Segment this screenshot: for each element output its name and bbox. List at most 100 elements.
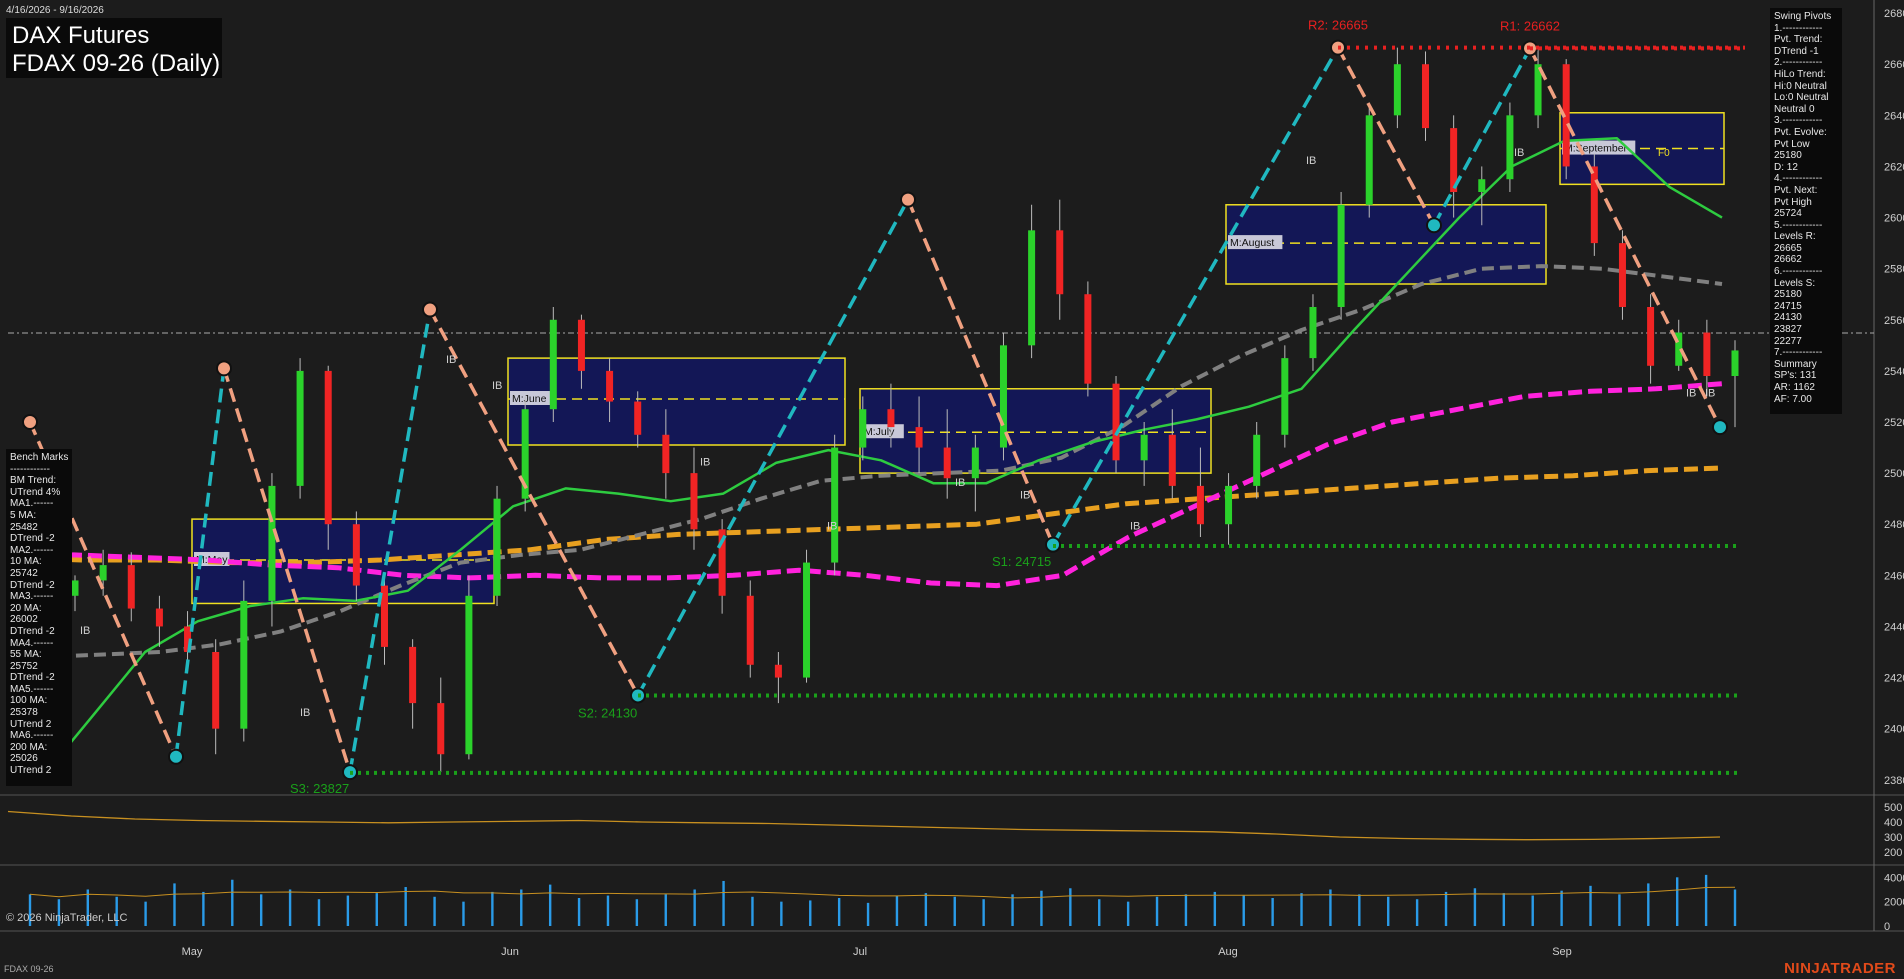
ib-label: IB [80,625,90,637]
panel-line: D: 12 [1774,161,1798,173]
footer-symbol: FDAX 09-26 [4,964,54,974]
panel-line: 22277 [1774,335,1802,347]
panel-line: 20 MA: [10,602,42,614]
panel-line: UTrend 2 [10,765,52,777]
ib-label: IB [955,477,965,489]
price-tick-label: 25200 [1884,417,1904,429]
volume-bar [375,893,378,926]
volume-bar [1560,890,1563,926]
panel-line: AR: 1162 [1774,382,1815,393]
panel-line: Pvt High [1774,196,1812,208]
candle-body [1196,485,1204,525]
panel-line: AF: 7.00 [1774,393,1812,405]
panel-line: Summary [1774,358,1817,370]
volume-bar [317,899,321,926]
candle-body [324,370,332,525]
volume-average-line [29,886,1736,899]
candle-body [1590,166,1598,244]
price-tick-label: 23800 [1884,775,1904,787]
monthly-box-label: M:June [512,393,547,405]
panel-line: Swing Pivots [1774,11,1832,22]
price-tick-label: 24400 [1884,621,1904,633]
monthly-box [507,357,846,446]
ninjatrader-logo: NINJATRADER [1784,960,1896,977]
swing-point-marker [168,748,184,765]
bench-marks-panel: Bench Marks ------------ BM Trend: UTrend 4… [6,449,72,786]
monthly-box-label: M:September [1564,143,1628,155]
panel-line: Pvt. Next: [1774,184,1818,196]
volume-bar [1184,894,1188,926]
candle-body [1506,115,1514,180]
swing-point-marker [422,301,438,318]
month-label: Jul [853,946,867,958]
candle-body [155,608,163,627]
oscillator-line [7,810,1721,841]
price-tick-label: 24000 [1884,724,1904,736]
panel-line: 200 MA: [10,741,48,753]
swing-pivots-panel: Swing Pivots 1.------------ Pvt. Trend: DTr… [1770,8,1842,414]
panel-line: UTrend 2 [10,718,52,730]
swing-point-marker [1426,217,1442,234]
candle-body [887,409,895,428]
panel-line: 25752 [10,660,38,672]
candle-body [99,565,107,581]
panel-line: MA4.------ [10,637,54,649]
price-chart[interactable]: M:MayM:JuneM:JulyM:AugustM:September R2:… [0,0,1904,979]
volume-bar [1444,891,1448,926]
candle-body [1478,179,1486,192]
copyright-text: © 2026 NinjaTrader, LLC [6,912,128,924]
month-label: Aug [1218,946,1238,958]
price-tick-label: 24800 [1884,519,1904,531]
panel-line: 25180 [1774,150,1802,162]
price-tick-label: 24200 [1884,673,1904,685]
candle-body [577,319,585,371]
price-tick-label: 25400 [1884,366,1904,378]
volume-bar [1040,890,1043,926]
volume-bar [520,889,523,926]
f0-label: F0 [1658,148,1670,159]
panel-line: MA6.------ [10,730,54,742]
panel-line: 26002 [10,614,38,626]
ib-label: IB [492,380,502,392]
volume-bar [982,899,985,926]
panel-line: Neutral 0 [1774,103,1815,115]
price-tick-label: 25600 [1884,315,1904,327]
panel-line: ------------ [10,463,50,475]
volume-bar [433,896,436,926]
panel-line: Hi:0 Neutral [1774,80,1827,92]
candle-body [240,600,248,729]
ib-label: IB [446,354,456,366]
panel-line: MA3.------ [10,591,54,603]
volume-bar [462,901,465,926]
chart-title-box: DAX Futures FDAX 09-26 (Daily) [6,18,222,78]
panel-line: SP's: 131 [1774,370,1817,382]
panel-line: UTrend 4% [10,486,61,498]
candle-body [690,473,698,530]
volume-bar [173,883,176,926]
ib-label: IB [700,456,710,468]
volume-bar [635,899,639,926]
panel-line: Pvt Low [1774,138,1810,150]
panel-line: DTrend -2 [10,533,55,545]
candle-body [1337,204,1345,307]
panel-line: 4.------------ [1774,173,1823,185]
volume-bar [1011,894,1014,926]
contract-title: FDAX 09-26 (Daily) [12,50,221,77]
swing-point-marker [216,360,232,377]
swing-segment [1528,47,1722,428]
panel-line: MA2.------ [10,544,54,556]
candle-body [1168,434,1176,486]
volume-bar [491,891,494,926]
panel-line: 2.------------ [1774,57,1823,69]
volume-bar [837,898,841,926]
panel-line: DTrend -2 [10,625,55,637]
volume-bar [1704,874,1708,926]
volume-bar [1676,877,1679,926]
candle-body [1703,332,1711,376]
candle-body [1309,307,1317,359]
candle-body [1140,434,1148,461]
candle-body [915,427,923,448]
panel-line: 5.------------ [1774,219,1823,231]
volume-bar [288,889,292,926]
ib-label: IB [1686,387,1696,399]
